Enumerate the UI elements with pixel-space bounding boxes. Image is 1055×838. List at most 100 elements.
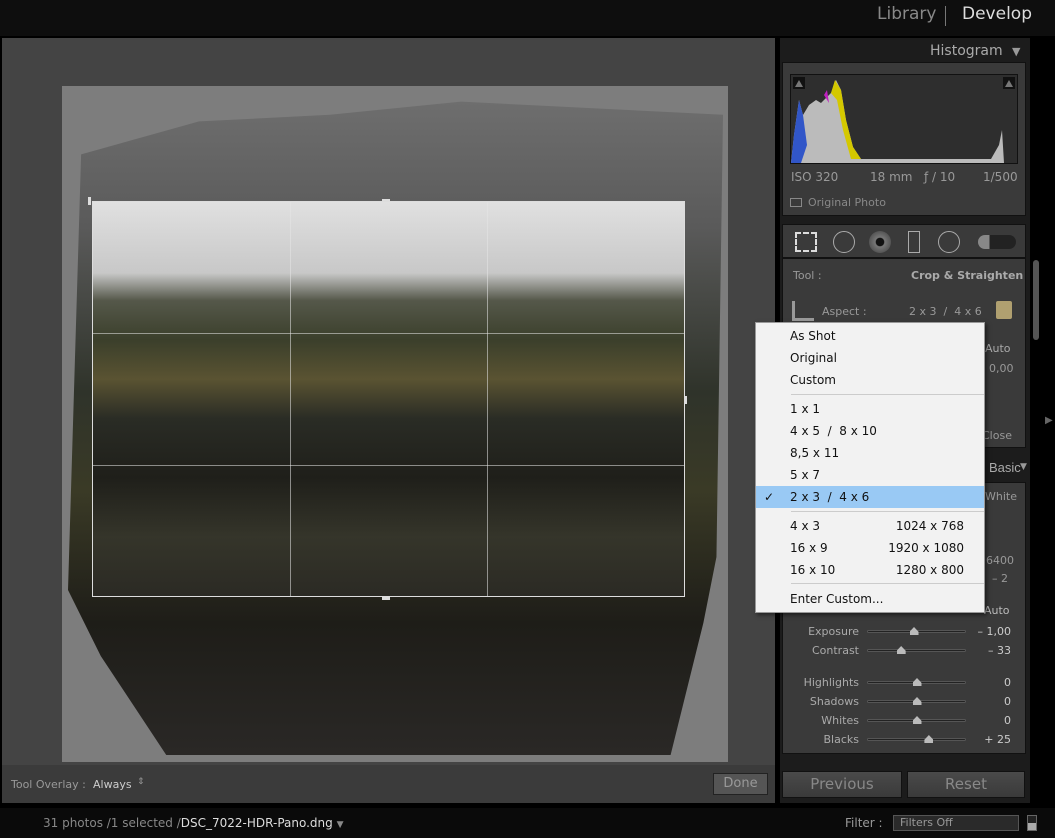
menu-item-label: 4 x 3 [790, 519, 820, 533]
filter-label: Filter : [845, 816, 883, 830]
histogram [790, 74, 1018, 164]
previous-button[interactable]: Previous [782, 771, 902, 798]
tool-value: Crop & Straighten [911, 269, 1024, 282]
graduated-filter-icon[interactable] [908, 231, 920, 253]
menu-item-resolution: 1024 x 768 [895, 519, 964, 533]
crop-rectangle[interactable] [92, 201, 685, 597]
tool-overlay-select[interactable]: Always [93, 778, 132, 791]
angle-auto-button[interactable]: Auto [985, 342, 1011, 355]
reset-button[interactable]: Reset [907, 771, 1025, 798]
tone-auto-button[interactable]: Auto [984, 604, 1010, 617]
filter-toggle[interactable] [1027, 815, 1037, 831]
menu-item-resolution: 1920 x 1080 [888, 541, 964, 555]
menu-item-label: 2 x 3 / 4 x 6 [790, 490, 870, 504]
slider-value[interactable]: – 33 [961, 644, 1011, 657]
menu-item[interactable]: As Shot [756, 325, 984, 347]
menu-item-label: 8,5 x 11 [790, 446, 840, 460]
menu-item[interactable]: Enter Custom... [756, 588, 984, 610]
basic-title[interactable]: Basic [989, 460, 1021, 475]
lock-icon[interactable] [996, 301, 1012, 319]
slider-label: Highlights [803, 676, 859, 689]
slider-value[interactable]: 0 [961, 676, 1011, 689]
menu-item-label: Enter Custom... [790, 592, 884, 606]
radial-filter-icon[interactable] [938, 231, 960, 253]
file-name[interactable]: DSC_7022-HDR-Pano.dng [181, 816, 333, 830]
temp-value[interactable]: 6400 [986, 554, 1014, 567]
slider-value[interactable]: 0 [961, 714, 1011, 727]
aspect-dropdown-menu: As Shot Original Custom 1 x 1 4 x 5 / 8 x 10… [755, 322, 985, 613]
grid-line [290, 202, 291, 596]
crop-handle-bottom[interactable] [382, 597, 390, 600]
menu-separator [791, 583, 984, 584]
module-develop[interactable]: Develop [962, 4, 1032, 24]
close-button[interactable]: Close [982, 429, 1012, 442]
menu-item-label: Custom [790, 373, 836, 387]
status-text: 31 photos /1 selected /DSC_7022-HDR-Pano… [43, 816, 344, 830]
slider-track[interactable] [867, 649, 966, 652]
module-library[interactable]: Library [877, 4, 936, 24]
menu-item-label: 4 x 5 / 8 x 10 [790, 424, 877, 438]
grid-line [487, 202, 488, 596]
grid-line [93, 465, 684, 466]
menu-item-resolution: 1280 x 800 [895, 563, 964, 577]
tool-label: Tool : [793, 269, 822, 282]
slider-label: Blacks [823, 733, 860, 746]
crop-handle-right[interactable] [684, 396, 687, 404]
exif-focal: 18 mm [870, 170, 913, 184]
menu-item[interactable]: 4 x 5 / 8 x 10 [756, 420, 984, 442]
slider-value[interactable]: + 25 [961, 733, 1011, 746]
menu-item[interactable]: 8,5 x 11 [756, 442, 984, 464]
original-photo-checkbox[interactable] [790, 198, 802, 207]
histogram-graph [791, 77, 1015, 163]
menu-item-label: As Shot [790, 329, 836, 343]
menu-item[interactable]: Original [756, 347, 984, 369]
slider-value[interactable]: 0 [961, 695, 1011, 708]
grid-line [93, 333, 684, 334]
module-divider [945, 6, 946, 26]
original-photo-label: Original Photo [808, 196, 886, 209]
slider-label: Contrast [811, 644, 859, 657]
menu-item-label: 1 x 1 [790, 402, 820, 416]
exif-aperture: ƒ / 10 [924, 170, 956, 184]
crop-handle-left[interactable] [88, 197, 91, 205]
panel-scrollbar[interactable] [1033, 260, 1039, 340]
menu-item[interactable]: ✓ 2 x 3 / 4 x 6 [756, 486, 984, 508]
collapse-triangle-icon[interactable]: ▼ [1020, 462, 1027, 472]
menu-item[interactable]: 5 x 7 [756, 464, 984, 486]
wb-preset[interactable]: White [985, 490, 1017, 503]
aspect-label: Aspect : [822, 305, 867, 318]
menu-item-label: Original [790, 351, 837, 365]
aspect-select[interactable]: 2 x 3 / 4 x 6 [909, 305, 982, 318]
crop-handle-top[interactable] [382, 199, 390, 202]
red-eye-icon[interactable] [869, 231, 891, 253]
slider-label: Exposure [808, 625, 859, 638]
collapse-triangle-icon[interactable]: ▼ [1012, 45, 1020, 58]
menu-item[interactable]: 4 x 3 1024 x 768 [756, 515, 984, 537]
expand-right-icon[interactable]: ▶ [1045, 415, 1053, 426]
crop-tool-icon[interactable] [795, 232, 817, 252]
photo-count: 31 photos /1 selected / [43, 816, 181, 830]
spot-removal-icon[interactable] [833, 231, 855, 253]
menu-item-label: 5 x 7 [790, 468, 820, 482]
slider-value[interactable]: – 1,00 [961, 625, 1012, 638]
menu-separator [791, 394, 984, 395]
tool-strip [782, 224, 1026, 258]
slider-track[interactable] [867, 738, 966, 741]
exif-iso: ISO 320 [791, 170, 839, 184]
menu-item[interactable]: 16 x 10 1280 x 800 [756, 559, 984, 581]
menu-item[interactable]: 1 x 1 [756, 398, 984, 420]
brush-icon[interactable] [978, 235, 1016, 249]
filter-select[interactable]: Filters Off [893, 815, 1019, 831]
histogram-title[interactable]: Histogram [930, 43, 1003, 59]
done-button[interactable]: Done [713, 773, 768, 795]
menu-item[interactable]: Custom [756, 369, 984, 391]
straighten-tool-icon[interactable] [792, 301, 814, 321]
exif-shutter: 1/500 [983, 170, 1018, 184]
slider-label: Whites [821, 714, 859, 727]
tint-value[interactable]: – 2 [992, 572, 1008, 585]
menu-item[interactable]: 16 x 9 1920 x 1080 [756, 537, 984, 559]
dropdown-icon[interactable]: ▼ [337, 820, 344, 830]
menu-separator [791, 511, 984, 512]
check-icon: ✓ [764, 490, 775, 504]
angle-value[interactable]: 0,00 [989, 362, 1014, 375]
